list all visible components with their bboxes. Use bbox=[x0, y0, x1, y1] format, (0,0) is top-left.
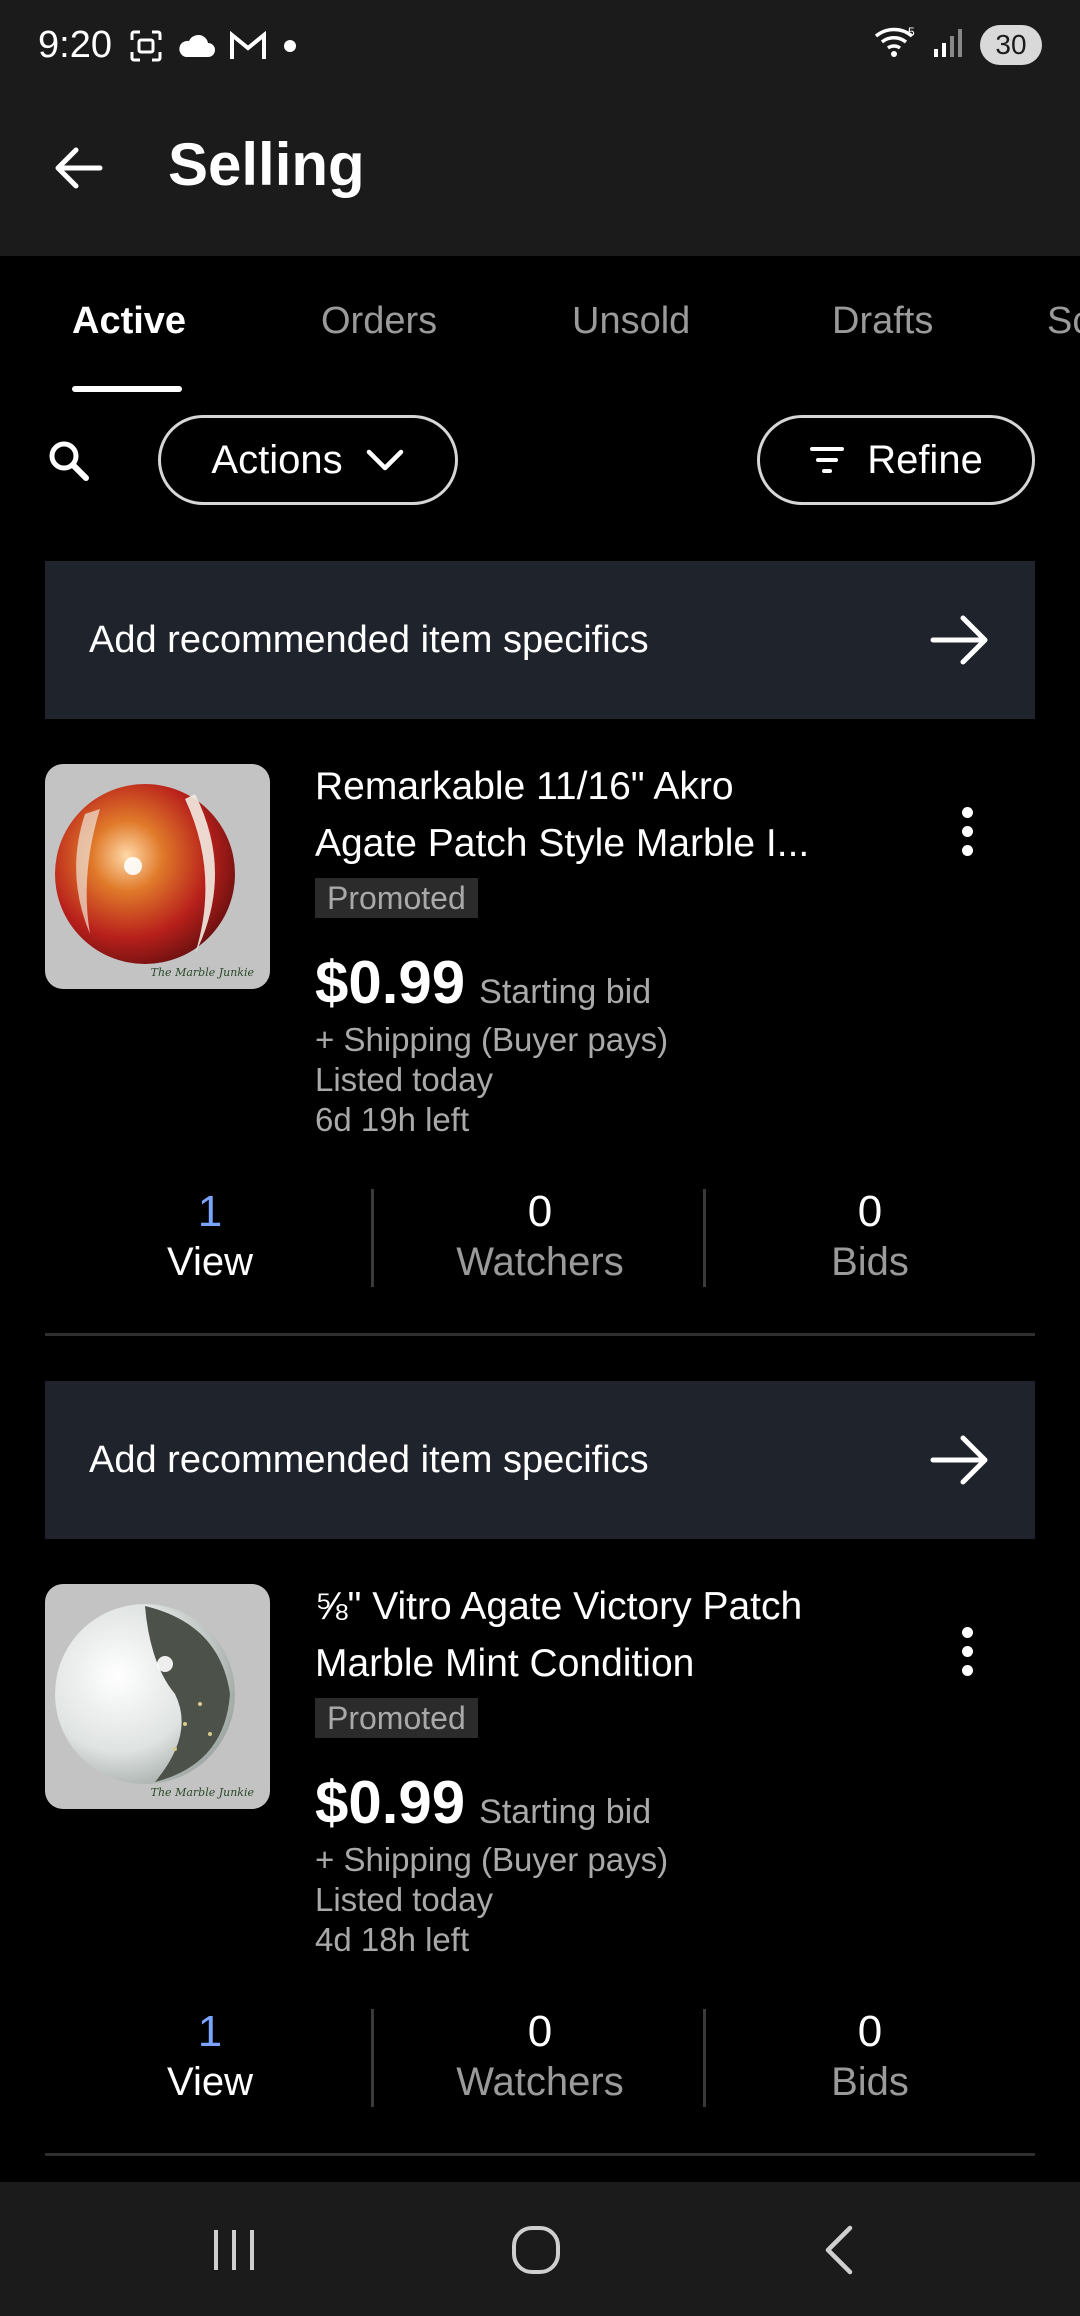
more-options-button[interactable] bbox=[940, 786, 994, 876]
actions-label: Actions bbox=[211, 437, 343, 482]
cloud-icon bbox=[176, 31, 216, 66]
arrow-right-icon bbox=[930, 1435, 988, 1485]
item-price: $0.99 bbox=[315, 949, 466, 1016]
item-stats: 1 View 0 Watchers 0 Bids bbox=[45, 1187, 1035, 1287]
page-title: Selling bbox=[168, 131, 365, 198]
tab-drafts[interactable]: Drafts bbox=[832, 300, 933, 343]
item-stats: 1 View 0 Watchers 0 Bids bbox=[45, 2007, 1035, 2107]
tab-active[interactable]: Active bbox=[72, 300, 186, 343]
item-thumbnail[interactable]: The Marble Junkie bbox=[45, 764, 270, 989]
banner-label: Add recommended item specifics bbox=[89, 1438, 649, 1481]
watchers-stat: 0 Watchers bbox=[456, 2007, 624, 2104]
tab-unsold[interactable]: Unsold bbox=[572, 300, 690, 343]
arrow-left-icon bbox=[55, 147, 103, 189]
status-time: 9:20 bbox=[38, 24, 112, 66]
item-specifics-banner[interactable]: Add recommended item specifics bbox=[45, 561, 1035, 719]
notification-dot-icon bbox=[280, 36, 300, 61]
tab-bar: Active Orders Unsold Drafts Sc bbox=[0, 256, 1080, 396]
recent-apps-icon bbox=[214, 2230, 254, 2270]
refine-label: Refine bbox=[867, 437, 983, 482]
arrow-right-icon bbox=[930, 615, 988, 665]
item-title[interactable]: Remarkable 11/16" Akro Agate Patch Style… bbox=[315, 758, 875, 872]
banner-label: Add recommended item specifics bbox=[89, 618, 649, 661]
divider bbox=[45, 2153, 1035, 2156]
item-specifics-banner[interactable]: Add recommended item specifics bbox=[45, 1381, 1035, 1539]
views-stat[interactable]: 1 View bbox=[45, 2007, 375, 2107]
recent-apps-button[interactable] bbox=[174, 2212, 294, 2288]
tab-scheduled[interactable]: Sc bbox=[1047, 300, 1080, 343]
item-thumbnail[interactable]: The Marble Junkie bbox=[45, 1584, 270, 1809]
listed-text: Listed today bbox=[315, 1061, 493, 1098]
more-options-button[interactable] bbox=[940, 1606, 994, 1696]
item-title[interactable]: ⅝" Vitro Agate Victory Patch Marble Mint… bbox=[315, 1578, 875, 1692]
svg-text:5: 5 bbox=[908, 25, 915, 39]
promoted-badge: Promoted bbox=[315, 1698, 478, 1738]
marble-image-icon bbox=[55, 1604, 235, 1784]
thumbnail-watermark: The Marble Junkie bbox=[150, 1786, 254, 1799]
battery-icon: 30 bbox=[980, 24, 1042, 65]
tab-orders[interactable]: Orders bbox=[321, 300, 437, 343]
system-nav-bar bbox=[0, 2182, 1080, 2316]
tab-active-indicator bbox=[72, 386, 182, 392]
divider bbox=[45, 1333, 1035, 1336]
views-stat[interactable]: 1 View bbox=[45, 1187, 375, 1287]
back-button[interactable] bbox=[46, 136, 110, 200]
system-back-button[interactable] bbox=[778, 2212, 898, 2288]
shipping-text: + Shipping (Buyer pays) bbox=[315, 1841, 669, 1878]
actions-button[interactable]: Actions bbox=[158, 415, 458, 505]
signal-icon bbox=[932, 25, 966, 64]
shipping-text: + Shipping (Buyer pays) bbox=[315, 1021, 669, 1058]
home-icon bbox=[512, 2226, 560, 2274]
time-left-text: 6d 19h left bbox=[315, 1101, 470, 1138]
refine-button[interactable]: Refine bbox=[757, 415, 1035, 505]
home-button[interactable] bbox=[476, 2212, 596, 2288]
bids-stat: 0 Bids bbox=[831, 1187, 909, 1284]
price-type: Starting bid bbox=[479, 973, 652, 1011]
bids-stat: 0 Bids bbox=[831, 2007, 909, 2104]
app-bar: Selling bbox=[0, 96, 1080, 256]
thumbnail-watermark: The Marble Junkie bbox=[150, 966, 254, 979]
item-price: $0.99 bbox=[315, 1769, 466, 1836]
chevron-down-icon bbox=[366, 449, 403, 471]
gmail-icon bbox=[228, 30, 268, 66]
price-type: Starting bid bbox=[479, 1793, 652, 1831]
screenshot-icon bbox=[128, 28, 164, 69]
chevron-left-icon bbox=[825, 2225, 853, 2275]
time-left-text: 4d 18h left bbox=[315, 1921, 470, 1958]
filter-icon bbox=[810, 447, 845, 473]
watchers-stat: 0 Watchers bbox=[456, 1187, 624, 1284]
search-icon bbox=[49, 441, 89, 481]
marble-image-icon bbox=[55, 784, 235, 964]
search-button[interactable] bbox=[40, 432, 96, 488]
promoted-badge: Promoted bbox=[315, 878, 478, 918]
item-meta: + Shipping (Buyer pays) Listed today 4d … bbox=[315, 1840, 668, 1960]
listed-text: Listed today bbox=[315, 1881, 493, 1918]
wifi-icon: 5 bbox=[874, 24, 918, 65]
item-meta: + Shipping (Buyer pays) Listed today 6d … bbox=[315, 1020, 668, 1140]
status-bar: 9:20 5 30 bbox=[0, 0, 1080, 96]
